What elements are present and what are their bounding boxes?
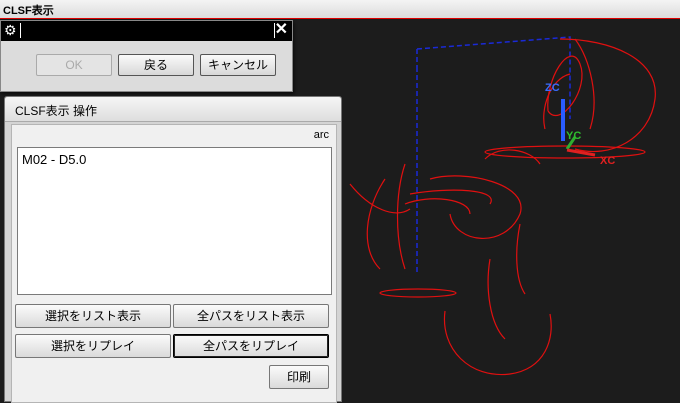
axis-label-x: XC <box>600 155 616 167</box>
toolpath-arcs <box>349 38 656 376</box>
ok-button[interactable]: OK <box>36 54 112 76</box>
replay-all-button[interactable]: 全パスをリプレイ <box>173 334 329 358</box>
rapid-move-path <box>416 36 571 274</box>
replay-selected-button[interactable]: 選択をリプレイ <box>15 334 171 358</box>
gear-icon[interactable]: ⚙ <box>4 23 18 37</box>
mode-label: arc <box>313 129 329 141</box>
cancel-button[interactable]: キャンセル <box>200 54 276 76</box>
back-button[interactable]: 戻る <box>118 54 194 76</box>
list-all-button[interactable]: 全パスをリスト表示 <box>173 304 329 328</box>
panel-header: CLSF表示 操作 <box>5 97 341 122</box>
list-item[interactable]: M02 - D5.0 <box>22 152 86 167</box>
window-title-bar: CLSF表示 <box>0 0 680 19</box>
panel-title: CLSF表示 操作 <box>15 104 98 118</box>
window-title: CLSF表示 <box>3 5 54 17</box>
print-button[interactable]: 印刷 <box>269 365 329 389</box>
list-selected-button[interactable]: 選択をリスト表示 <box>15 304 171 328</box>
close-icon[interactable]: ✕ <box>275 22 288 38</box>
axis-label-z: ZC <box>545 82 560 94</box>
path-listbox[interactable]: M02 - D5.0 <box>17 147 332 295</box>
clsf-operation-panel: CLSF表示 操作 arc M02 - D5.0 選択をリスト表示 全パスをリス… <box>4 96 342 403</box>
action-dialog: ⚙ ✕ OK 戻る キャンセル <box>0 20 293 92</box>
header-divider <box>20 23 21 38</box>
axis-label-y: YC <box>566 130 582 142</box>
dialog-header: ⚙ ✕ <box>1 21 292 41</box>
